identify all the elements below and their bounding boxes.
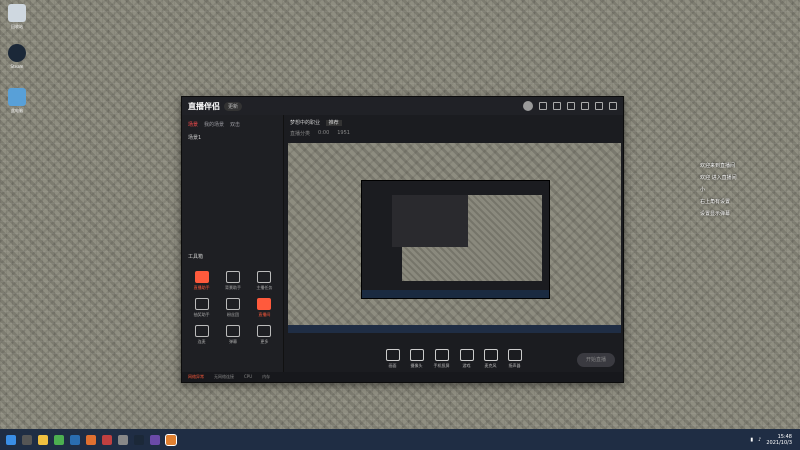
tool-item[interactable]: 弹幕 xyxy=(217,325,248,345)
main-panel: 梦想中的职业 推荐 直播分类 0:00 1951 画面 摄像头 手机投屏 游戏 … xyxy=(284,115,623,382)
tool-icon xyxy=(257,298,272,310)
viewer-count: 1951 xyxy=(337,130,350,136)
left-panel: 场景 我的场景 双击 场景1 工具箱 直播助手 背景助手 主播任务 抽奖助手 粉… xyxy=(182,115,284,382)
app-logo: 直播伴侣 xyxy=(188,101,220,111)
nested-preview xyxy=(361,180,550,299)
app-icon[interactable] xyxy=(54,434,64,445)
preview-taskbar xyxy=(288,325,621,333)
system-tray: ▮ ♪ 15:48 2021/10/3 xyxy=(750,434,792,446)
live-companion-window: 直播伴侣 更新 场景 我的场景 双击 场景1 工具箱 直播助手 背景助手 主播任… xyxy=(181,96,624,383)
microphone-button[interactable]: 麦克风 xyxy=(483,348,498,369)
tool-item[interactable]: 直播间 xyxy=(249,298,280,318)
speaker-icon xyxy=(507,348,522,361)
stream-preview[interactable] xyxy=(288,143,621,333)
tool-item[interactable]: 更多 xyxy=(249,325,280,345)
steam-icon xyxy=(8,44,26,62)
app-icon[interactable] xyxy=(150,434,160,445)
stream-duration: 0:00 xyxy=(318,130,330,136)
stream-title[interactable]: 梦想中的职业 xyxy=(290,120,320,126)
tool-icon xyxy=(194,298,209,310)
chat-line: 小 xyxy=(700,187,706,193)
game-icon xyxy=(459,348,474,361)
scene-item[interactable]: 场景1 xyxy=(182,134,283,141)
tool-icon xyxy=(225,298,240,310)
desktop-icon-this-pc[interactable]: 此电脑 xyxy=(4,88,30,114)
phone-cast-button[interactable]: 手机投屏 xyxy=(434,348,450,369)
camera-icon xyxy=(409,348,424,361)
chat-line: 欢迎 进入直播间 xyxy=(700,175,737,181)
nested-preview-window xyxy=(392,195,468,247)
tool-item[interactable]: 抽奖助手 xyxy=(186,298,217,318)
tool-icon xyxy=(225,271,240,283)
scene-tabs: 场景 我的场景 双击 xyxy=(182,115,283,134)
desktop-icon-steam[interactable]: Steam xyxy=(4,44,30,69)
screen-capture-button[interactable]: 画面 xyxy=(385,348,400,369)
clock[interactable]: 15:48 2021/10/3 xyxy=(766,434,792,446)
stream-header: 梦想中的职业 推荐 直播分类 0:00 1951 xyxy=(284,115,623,143)
stream-category[interactable]: 直播分类 xyxy=(290,130,310,137)
status-bar: 网络异常 无网络连接 CPU 内存 xyxy=(182,372,623,382)
app-icon[interactable] xyxy=(118,434,128,445)
mail-icon[interactable] xyxy=(553,102,561,110)
chat-line: 右上角有设置 xyxy=(700,199,731,205)
settings-icon[interactable] xyxy=(567,102,575,110)
steam-icon[interactable] xyxy=(134,434,144,445)
app-icon[interactable] xyxy=(86,434,96,445)
tool-item[interactable]: 粉丝团 xyxy=(217,298,248,318)
network-warning: 网络异常 xyxy=(188,374,204,379)
message-icon[interactable] xyxy=(539,102,547,110)
tool-item[interactable]: 主播任务 xyxy=(249,271,280,291)
camera-button[interactable]: 摄像头 xyxy=(409,348,424,369)
tool-icon xyxy=(257,271,272,283)
recycle-bin-icon xyxy=(8,4,26,22)
network-icon[interactable]: ▮ xyxy=(750,437,753,443)
volume-icon[interactable]: ♪ xyxy=(758,437,761,443)
monitor-icon xyxy=(385,348,400,361)
phone-icon xyxy=(434,348,449,361)
tool-item[interactable]: 连麦 xyxy=(186,325,217,345)
search-icon[interactable] xyxy=(22,434,32,445)
start-icon[interactable] xyxy=(6,434,16,445)
close-icon[interactable] xyxy=(609,102,617,110)
tool-icon xyxy=(194,271,209,283)
computer-icon xyxy=(8,88,26,106)
tool-icon xyxy=(225,325,240,337)
speaker-button[interactable]: 扬声器 xyxy=(507,348,522,369)
tool-item[interactable]: 直播助手 xyxy=(186,271,217,291)
update-badge[interactable]: 更新 xyxy=(224,101,243,111)
status-network: 无网络连接 xyxy=(214,374,234,379)
tool-item[interactable]: 背景助手 xyxy=(217,271,248,291)
avatar[interactable] xyxy=(523,101,533,111)
tab-dual[interactable]: 双击 xyxy=(230,121,240,128)
tab-my-scene[interactable]: 我的场景 xyxy=(204,121,224,128)
app-icon[interactable] xyxy=(102,434,112,445)
status-memory: 内存 xyxy=(262,374,271,379)
app-icon[interactable] xyxy=(70,434,80,445)
taskbar: ▮ ♪ 15:48 2021/10/3 xyxy=(0,429,800,450)
chat-line: 设置显示弹幕 xyxy=(700,211,731,217)
toolbox-title: 工具箱 xyxy=(188,254,204,260)
nested-taskbar xyxy=(362,290,549,298)
start-live-button[interactable]: 开始直播 xyxy=(577,353,615,367)
explorer-icon[interactable] xyxy=(38,434,48,445)
minimize-icon[interactable] xyxy=(581,102,589,110)
live-companion-taskbar-icon[interactable] xyxy=(165,433,177,446)
microphone-icon xyxy=(483,348,498,361)
game-button[interactable]: 游戏 xyxy=(459,348,474,369)
chat-overlay: 欢迎来到直播间 欢迎 进入直播间 小 右上角有设置 设置显示弹幕 xyxy=(700,160,800,220)
title-bar: 直播伴侣 更新 xyxy=(182,97,623,115)
tool-icon xyxy=(257,325,272,337)
stream-tag[interactable]: 推荐 xyxy=(325,120,342,126)
toolbox-grid: 直播助手 背景助手 主播任务 抽奖助手 粉丝团 直播间 连麦 弹幕 更多 xyxy=(186,271,280,345)
desktop-icon-recycle-bin[interactable]: 回收站 xyxy=(4,4,30,30)
status-cpu: CPU xyxy=(244,374,253,379)
maximize-icon[interactable] xyxy=(595,102,603,110)
tool-icon xyxy=(194,325,209,337)
chat-line: 欢迎来到直播间 xyxy=(700,163,736,169)
tab-scene[interactable]: 场景 xyxy=(188,121,198,128)
